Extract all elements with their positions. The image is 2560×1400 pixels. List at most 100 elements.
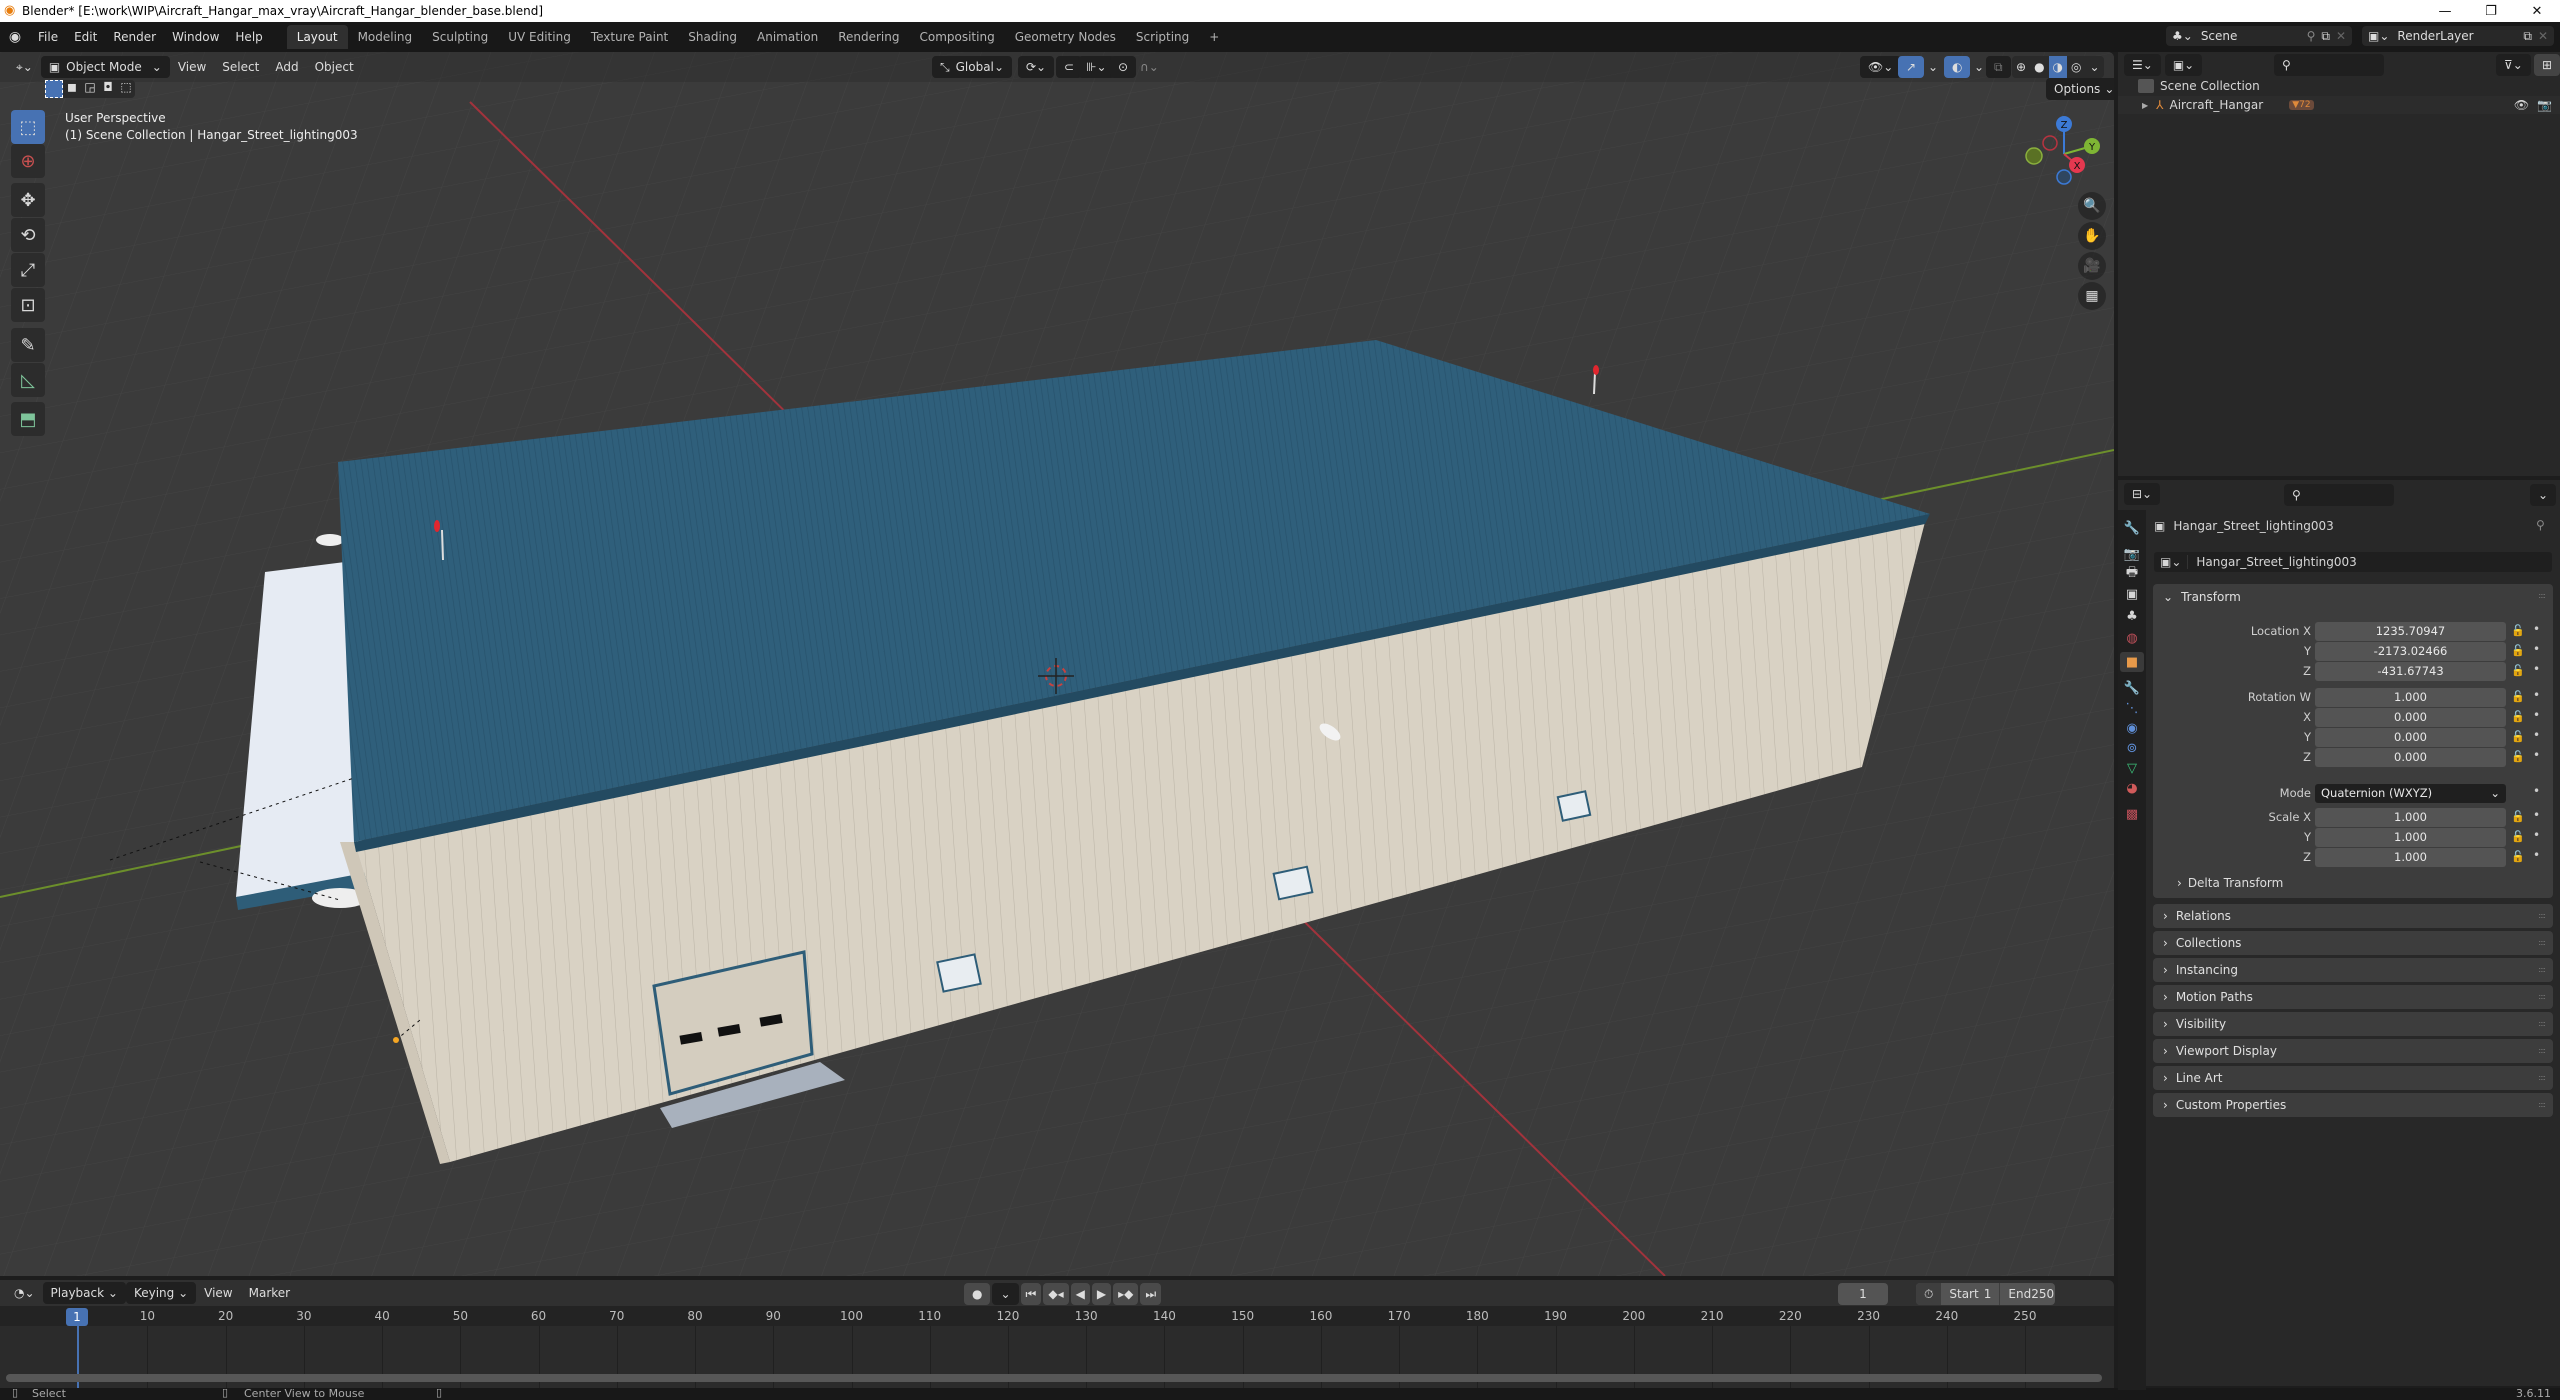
keyframe-dot[interactable]: • [2533, 828, 2540, 842]
timeline-horizontal-scrollbar[interactable] [6, 1374, 2102, 1382]
camera-view-button[interactable]: 🎥 [2078, 252, 2106, 280]
object-datablock-icon[interactable]: ▣⌄ [2154, 555, 2189, 569]
keyframe-dot[interactable]: • [2533, 784, 2540, 798]
select-intersect-mode[interactable]: ⬚ [117, 80, 135, 98]
rendered-shading-button[interactable]: ◎ [2067, 56, 2085, 78]
expand-arrow-icon[interactable]: ▶ [2142, 101, 2148, 110]
new-view-layer-icon[interactable]: ⧉ [2523, 29, 2532, 44]
options-dropdown[interactable]: Options ⌄ [2046, 78, 2114, 100]
viewport-menu-add[interactable]: Add [267, 56, 306, 78]
motion-paths-panel[interactable]: › Motion Paths:::: [2153, 985, 2553, 1009]
tab-physics[interactable]: ◉ [2122, 718, 2142, 738]
custom-properties-panel-header[interactable]: › Custom Properties [2153, 1093, 2553, 1117]
rotation-w-field[interactable]: 1.000 [2315, 688, 2506, 707]
menu-file[interactable]: File [30, 30, 66, 44]
select-extend-mode[interactable]: ◼ [63, 80, 81, 98]
toggle-projection-button[interactable]: ▦ [2078, 282, 2106, 310]
end-frame-field[interactable]: End 250 [1999, 1283, 2055, 1305]
pivot-point-button[interactable]: ⟳⌄ [1018, 56, 1055, 78]
tab-tool[interactable]: 🔧 [2122, 518, 2142, 538]
tab-output[interactable]: 🖶 [2122, 564, 2142, 584]
timeline-editor-type-icon[interactable]: ◔⌄ [6, 1282, 43, 1304]
viewport-scene[interactable] [0, 52, 2114, 1276]
keyframe-dot[interactable]: • [2533, 662, 2540, 676]
falloff-icon[interactable]: ∩⌄ [1132, 56, 1167, 78]
transform-panel-header[interactable]: ⌄ Transform [2153, 584, 2553, 610]
motion-paths-panel-header[interactable]: › Motion Paths [2153, 985, 2553, 1009]
timeline-track-area[interactable] [0, 1326, 2114, 1388]
workspace-tab-texture-paint[interactable]: Texture Paint [581, 25, 678, 49]
panel-drag-handle[interactable]: :::: [2538, 1073, 2546, 1082]
visibility-panel-header[interactable]: › Visibility [2153, 1012, 2553, 1036]
menu-edit[interactable]: Edit [66, 30, 105, 44]
lock-icon[interactable]: 🔓 [2511, 750, 2525, 763]
tab-texture[interactable]: ▩ [2122, 804, 2142, 824]
lock-icon[interactable]: 🔓 [2511, 664, 2525, 677]
play-button[interactable]: ▶ [1091, 1283, 1112, 1305]
delta-transform-subpanel[interactable]: › Delta Transform [2177, 876, 2283, 890]
outliner-scene-collection[interactable]: Scene Collection [2138, 77, 2260, 95]
playback-menu[interactable]: Playback ⌄ [42, 1282, 126, 1304]
keyframe-dot[interactable]: • [2533, 708, 2540, 722]
line-art-panel-header[interactable]: › Line Art [2153, 1066, 2553, 1090]
previous-keyframe-button[interactable]: ◆◂ [1043, 1283, 1069, 1305]
tool-add-cube[interactable]: ⬒ [11, 402, 45, 436]
scale-x-field[interactable]: 1.000 [2315, 808, 2506, 827]
solid-shading-button[interactable]: ● [2030, 56, 2048, 78]
display-mode-dropdown[interactable]: ▣⌄ [2164, 54, 2203, 76]
scene-selector[interactable]: ♣⌄ Scene ⚲ ⧉ ✕ [2166, 26, 2352, 46]
menu-render[interactable]: Render [105, 30, 164, 44]
scale-y-field[interactable]: 1.000 [2315, 828, 2506, 847]
keyframe-dot[interactable]: • [2533, 622, 2540, 636]
3d-viewport[interactable]: ⌖⌄ ▣ Object Mode ⌄ View Select Add Objec… [0, 52, 2114, 1276]
workspace-tab-compositing[interactable]: Compositing [909, 25, 1004, 49]
blender-menu-icon[interactable]: ◉ [0, 29, 30, 45]
pin-icon[interactable]: ⚲ [2307, 29, 2316, 43]
viewport-menu-object[interactable]: Object [307, 56, 362, 78]
workspace-tab-animation[interactable]: Animation [747, 25, 828, 49]
lock-icon[interactable]: 🔓 [2511, 710, 2525, 723]
panel-drag-handle[interactable]: :::: [2538, 938, 2546, 947]
viewport-display-panel-header[interactable]: › Viewport Display [2153, 1039, 2553, 1063]
timeline-marker-menu[interactable]: Marker [241, 1282, 298, 1304]
object-origin-dot[interactable] [393, 1037, 399, 1043]
location-y-field[interactable]: -2173.02466 [2315, 642, 2506, 661]
object-name-field[interactable]: ▣⌄ Hangar_Street_lighting003 [2154, 552, 2552, 572]
editor-type-icon[interactable]: ⌖⌄ [8, 56, 41, 78]
properties-editor-type-icon[interactable]: ⊟⌄ [2124, 483, 2161, 505]
workspace-tab-rendering[interactable]: Rendering [828, 25, 909, 49]
outliner-row[interactable]: ▶ ⅄ Aircraft_Hangar ▼72 👁 📷 [2118, 96, 2560, 114]
timeline-ruler[interactable]: 1 10 20 30 40 50 60 70 80 90 100 110 120 130 140 150 16… [0, 1306, 2114, 1326]
visibility-eye-icon[interactable]: 👁 [2514, 98, 2529, 112]
tool-select-box[interactable]: ⬚ [11, 110, 45, 144]
visibility-selectability-button[interactable]: 👁⌄ [1860, 56, 1902, 78]
tab-constraints[interactable]: ⊚ [2122, 738, 2142, 758]
tool-move[interactable]: ✥ [11, 183, 45, 217]
maximize-button[interactable]: ❐ [2468, 0, 2514, 22]
viewport-menu-select[interactable]: Select [214, 56, 267, 78]
viewport-menu-view[interactable]: View [170, 56, 214, 78]
xray-toggle-button[interactable]: ⧉ [1986, 56, 2011, 78]
lock-icon[interactable]: 🔓 [2511, 690, 2525, 703]
tab-particles[interactable]: ⋱ [2122, 698, 2142, 718]
keyframe-dot[interactable]: • [2533, 748, 2540, 762]
filter-dropdown[interactable]: ⊽⌄ [2496, 54, 2531, 76]
next-keyframe-button[interactable]: ▸◆ [1113, 1283, 1139, 1305]
location-z-field[interactable]: -431.67743 [2315, 662, 2506, 681]
menu-help[interactable]: Help [227, 30, 270, 44]
relations-panel-header[interactable]: › Relations [2153, 904, 2553, 928]
collections-panel-header[interactable]: › Collections [2153, 931, 2553, 955]
navigation-gizmo[interactable]: Z Y X [2016, 108, 2106, 188]
close-button[interactable]: ✕ [2514, 0, 2560, 22]
shading-options-dropdown[interactable]: ⌄ [2086, 56, 2104, 78]
delete-scene-icon[interactable]: ✕ [2336, 29, 2346, 43]
tool-transform[interactable]: ⊡ [11, 288, 45, 322]
workspace-tab-scripting[interactable]: Scripting [1126, 25, 1199, 49]
lock-icon[interactable]: 🔓 [2511, 810, 2525, 823]
keyframe-dot[interactable]: • [2533, 688, 2540, 702]
tab-modifiers[interactable]: 🔧 [2122, 678, 2142, 698]
workspace-tab-uv-editing[interactable]: UV Editing [498, 25, 581, 49]
lock-icon[interactable]: 🔓 [2511, 830, 2525, 843]
timeline-view-menu[interactable]: View [196, 1282, 240, 1304]
new-collection-button[interactable]: ⊞ [2534, 54, 2560, 76]
